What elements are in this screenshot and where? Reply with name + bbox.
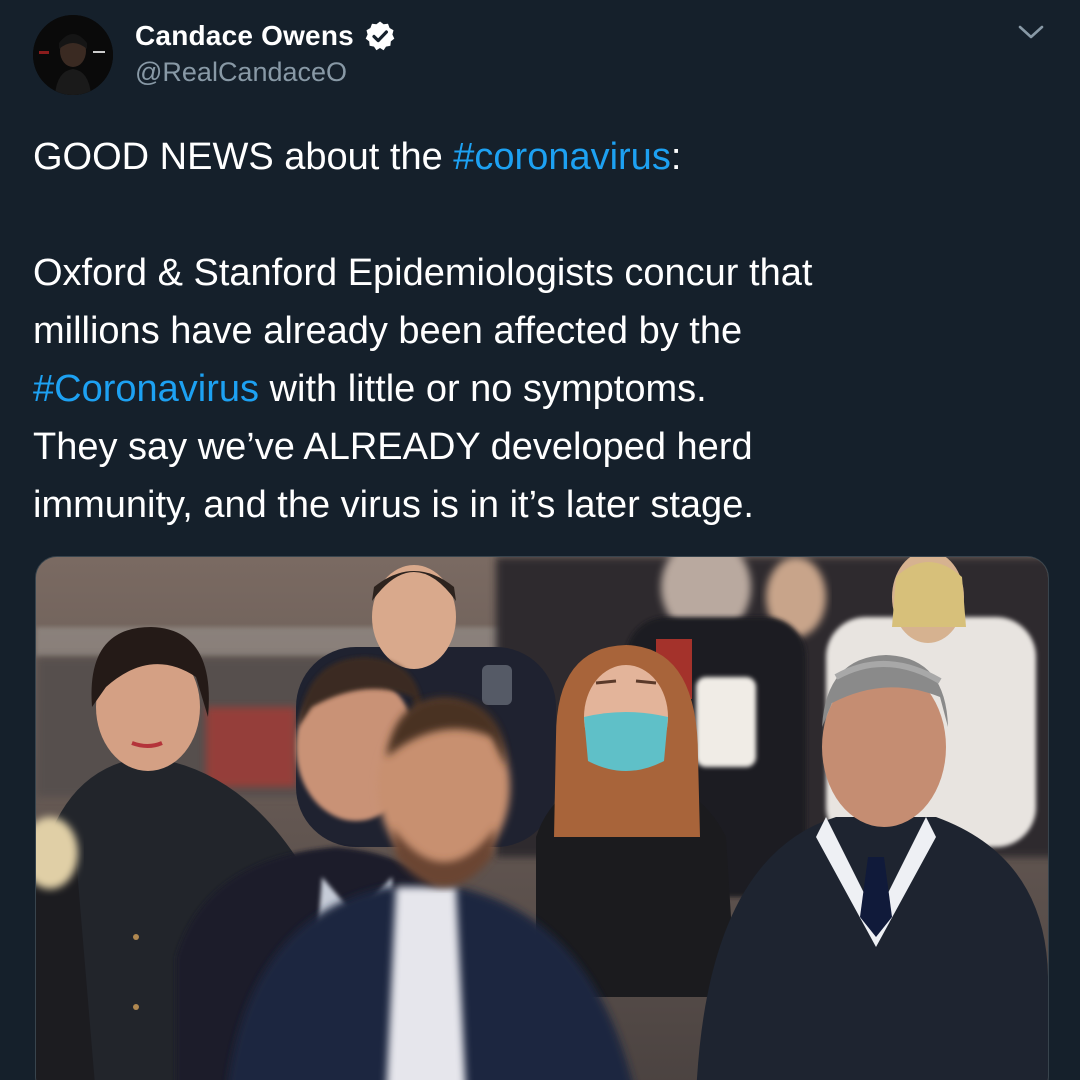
text-segment: with little or no symptoms. [259, 368, 707, 410]
tweet-text-line: Oxford & Stanford Epidemiologists concur… [33, 252, 813, 294]
text-segment: : [670, 136, 682, 178]
tweet-text-line: They say we’ve ALREADY developed herd [33, 426, 753, 468]
avatar[interactable] [33, 15, 113, 95]
display-name[interactable]: Candace Owens [135, 20, 354, 52]
tweet-text-line: immunity, and the virus is in it’s later… [33, 484, 754, 526]
text-segment: GOOD NEWS about the [33, 136, 454, 178]
author-handle[interactable]: @RealCandaceO [135, 57, 347, 88]
author-name-row[interactable]: Candace Owens [135, 18, 396, 54]
tweet-text-line: GOOD NEWS about the #coronavirus: [33, 128, 1043, 186]
tweet-media-photo[interactable] [35, 556, 1049, 1080]
hashtag-link[interactable]: #coronavirus [453, 136, 671, 178]
chevron-down-icon[interactable] [1016, 20, 1046, 44]
tweet-text-line: #Coronavirus with little or no symptoms. [33, 360, 1043, 418]
hashtag-link[interactable]: #Coronavirus [33, 368, 259, 410]
tweet-text-line: millions have already been affected by t… [33, 310, 743, 352]
tweet-text-paragraph: Oxford & Stanford Epidemiologists concur… [33, 244, 1043, 534]
verified-badge-icon [364, 20, 396, 52]
tweet-card: Candace Owens @RealCandaceO GOOD NEWS ab… [0, 0, 1080, 1080]
